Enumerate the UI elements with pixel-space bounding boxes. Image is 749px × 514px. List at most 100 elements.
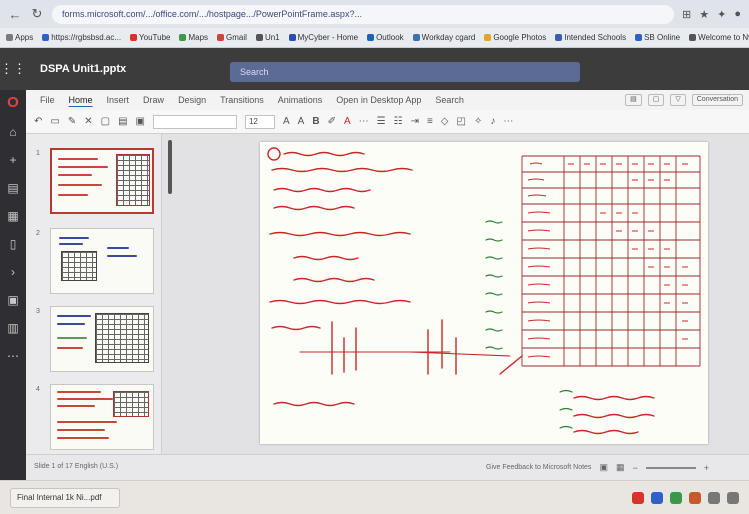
conversation-button[interactable]: Conversation <box>691 94 743 106</box>
slide-thumbnail-2[interactable] <box>50 228 154 294</box>
slide-thumbnail-1[interactable] <box>50 148 154 214</box>
bookmark-favicon-icon <box>412 34 420 41</box>
file-name[interactable]: DSPA Unit1.pptx <box>40 63 230 75</box>
bullets-icon[interactable]: ☰ <box>377 116 386 127</box>
numbering-icon[interactable]: ☷ <box>394 116 403 127</box>
bookmark-label: Gmail <box>226 33 247 42</box>
tab-design[interactable]: Design <box>178 95 206 105</box>
slide-thumbnail-3[interactable] <box>50 306 154 372</box>
zoom-slider[interactable] <box>645 466 696 469</box>
calendar-icon[interactable]: ▥ <box>7 321 18 335</box>
bookmark-item[interactable]: Outlook <box>367 33 404 42</box>
chrome-icon[interactable] <box>632 491 644 504</box>
bookmark-favicon-icon <box>6 34 13 41</box>
format-painter-icon[interactable]: ✎ <box>68 116 76 127</box>
bookmark-item[interactable]: Google Photos <box>484 33 546 42</box>
bookmark-item[interactable]: Un1 <box>255 33 280 42</box>
bookmark-favicon-icon <box>367 34 375 41</box>
new-slide-icon[interactable]: ▢ <box>101 116 110 127</box>
dictate-icon[interactable]: ♪ <box>490 116 495 127</box>
wifi-icon[interactable] <box>708 491 720 504</box>
zoom-out-icon[interactable]: − <box>632 463 637 473</box>
bookmark-label: MyCyber - Home <box>297 33 359 42</box>
bookmark-item[interactable]: Maps <box>179 33 208 42</box>
files-icon[interactable]: ▤ <box>7 181 18 195</box>
bookmark-item[interactable]: Apps <box>6 33 33 42</box>
download-item[interactable]: Final Internal 1k Ni...pdf <box>10 487 120 508</box>
handwritten-ink <box>267 147 701 435</box>
designer-icon[interactable]: ✧ <box>474 116 482 127</box>
align-icon[interactable]: ≡ <box>427 116 433 127</box>
bookmark-item[interactable]: MyCyber - Home <box>288 33 359 42</box>
edge-icon[interactable] <box>651 491 663 504</box>
extension-icon[interactable]: ⊞ <box>682 8 691 21</box>
zoom-in-icon[interactable]: + <box>704 463 709 473</box>
font-color-icon[interactable]: A <box>344 116 351 127</box>
tab-open-desktop[interactable]: Open in Desktop App <box>336 95 421 105</box>
tab-home[interactable]: Home <box>69 95 93 105</box>
slide-thumbnail-4[interactable] <box>50 384 154 450</box>
highlight-icon[interactable]: ✐ <box>328 116 336 127</box>
font-size-select[interactable]: 12 <box>244 114 275 129</box>
tab-file[interactable]: File <box>40 95 55 105</box>
slide-canvas[interactable] <box>260 142 708 444</box>
bookmark-item[interactable]: Intended Schools <box>555 33 626 42</box>
powerpoint-icon[interactable] <box>689 491 701 504</box>
ribbon-tabs: File Home Insert Draw Design Transitions… <box>26 90 749 110</box>
bookmark-item[interactable]: Welcome to Nwu... <box>689 33 749 42</box>
url-field[interactable]: forms.microsoft.com/.../office.com/.../h… <box>52 4 675 24</box>
apps-icon[interactable]: ▦ <box>7 209 18 223</box>
more-options-icon[interactable]: ⋯ <box>359 116 369 127</box>
tab-animations[interactable]: Animations <box>278 95 323 105</box>
shapes-icon[interactable]: ◇ <box>441 116 449 127</box>
present-button[interactable]: ▤ <box>625 94 642 106</box>
word-icon[interactable]: ▣ <box>7 293 18 307</box>
bookmark-favicon-icon <box>217 34 225 41</box>
close-icon[interactable]: ✕ <box>84 116 92 127</box>
picture-icon[interactable]: ▣ <box>136 116 145 127</box>
reload-icon[interactable]: ↻ <box>30 6 44 22</box>
chevron-right-icon[interactable]: › <box>11 265 15 279</box>
more-icon[interactable]: ⋯ <box>7 349 19 363</box>
overflow-icon[interactable]: ⋯ <box>503 116 513 127</box>
bookmark-item[interactable]: SB Online <box>635 33 680 42</box>
create-icon[interactable]: + <box>9 153 16 167</box>
arrange-icon[interactable]: ◰ <box>457 116 466 127</box>
undo-icon[interactable]: ↶ <box>34 116 42 127</box>
slide-number: 1 <box>36 150 40 157</box>
clipboard-icon[interactable]: ▭ <box>50 116 59 127</box>
app-launcher-icon[interactable]: ⋮⋮ <box>0 61 26 77</box>
comments-button[interactable]: ▢ <box>647 94 665 106</box>
document-icon[interactable]: ▯ <box>10 237 17 251</box>
font-name-select[interactable] <box>152 114 237 129</box>
tab-insert[interactable]: Insert <box>107 95 130 105</box>
office-icon[interactable]: O <box>7 94 19 111</box>
share-button[interactable]: ▽ <box>670 94 686 106</box>
thumbnail-scrollbar[interactable] <box>168 140 172 194</box>
layout-icon[interactable]: ▤ <box>118 116 127 127</box>
home-icon[interactable]: ⌂ <box>9 125 16 139</box>
bookmark-item[interactable]: Gmail <box>217 33 247 42</box>
notes-button[interactable]: Give Feedback to Microsoft Notes <box>486 464 591 471</box>
normal-view-icon[interactable]: ▣ <box>599 462 608 473</box>
tab-search[interactable]: Search <box>435 95 464 105</box>
profile-icon[interactable]: ● <box>734 8 741 20</box>
shrink-font-icon[interactable]: A <box>298 116 305 127</box>
bookmark-item[interactable]: Workday cgard <box>412 33 475 42</box>
bookmark-item[interactable]: https://rgbsbsd.ac... <box>42 33 121 42</box>
bold-icon[interactable]: B <box>312 116 319 127</box>
indent-icon[interactable]: ⇥ <box>411 116 419 127</box>
tab-draw[interactable]: Draw <box>143 95 164 105</box>
bookmark-item[interactable]: YouTube <box>130 33 170 42</box>
puzzle-icon[interactable]: ✦ <box>717 8 726 21</box>
grow-font-icon[interactable]: A <box>283 116 290 127</box>
search-input[interactable]: Search <box>230 62 580 82</box>
volume-icon[interactable] <box>727 491 739 504</box>
excel-icon[interactable] <box>670 491 682 504</box>
slide-sorter-icon[interactable]: ▦ <box>616 462 625 473</box>
back-icon[interactable]: ← <box>8 7 22 22</box>
bookmark-favicon-icon <box>179 34 187 41</box>
tab-transitions[interactable]: Transitions <box>220 95 264 105</box>
star-icon[interactable]: ★ <box>699 8 709 21</box>
status-right: Give Feedback to Microsoft Notes ▣ ▦ − + <box>486 462 709 473</box>
